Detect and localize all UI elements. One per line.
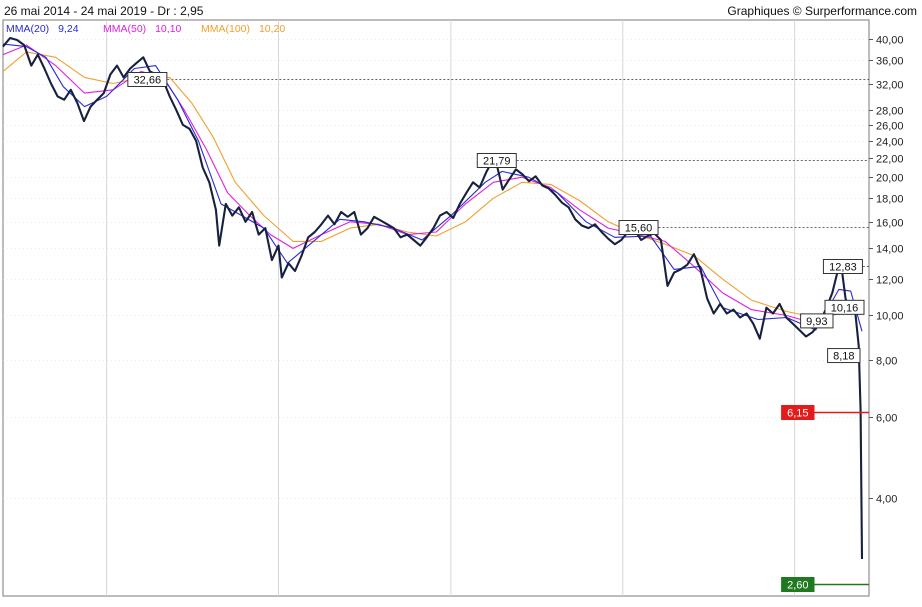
y-tick-label: 16,00 xyxy=(876,218,904,230)
legend-mma100: MMA(100) 10,20 xyxy=(201,23,285,35)
legend-mma20: MMA(20) 9,24 xyxy=(6,23,79,35)
level-label: 2,60 xyxy=(781,577,815,592)
y-tick-label: 6,00 xyxy=(876,413,897,425)
legend: MMA(20) 9,24 MMA(50) 10,10 MMA(100) 10,2… xyxy=(6,23,285,35)
y-tick-label: 40,00 xyxy=(876,35,904,47)
price-label-text: 9,93 xyxy=(806,316,827,328)
reference-label-text: 21,79 xyxy=(483,156,511,168)
legend-mma100-label: MMA(100) xyxy=(201,23,250,35)
y-tick-label: 32,00 xyxy=(876,80,904,92)
legend-mma100-value: 10,20 xyxy=(259,23,285,35)
y-tick-label: 28,00 xyxy=(876,106,904,118)
plot-frame xyxy=(2,19,870,597)
y-tick-label: 22,00 xyxy=(876,154,904,166)
reference-label-text: 12,83 xyxy=(829,262,857,274)
reference-label-text: 32,66 xyxy=(134,75,162,87)
level-label-text: 2,60 xyxy=(787,580,808,592)
reference-label: 12,83 xyxy=(822,259,863,274)
level-label-text: 6,15 xyxy=(787,408,808,420)
price-label: 9,93 xyxy=(800,313,834,329)
y-tick-label: 26,00 xyxy=(876,121,904,133)
legend-mma50-value: 10,10 xyxy=(155,23,181,35)
y-tick-label: 36,00 xyxy=(876,56,904,68)
y-tick-label: 18,00 xyxy=(876,194,904,206)
y-tick-label: 20,00 xyxy=(876,173,904,185)
y-tick-label: 4,00 xyxy=(876,494,897,506)
chart-period: 26 mai 2014 - 24 mai 2019 - Dr : 2,95 xyxy=(4,4,204,18)
level-label: 6,15 xyxy=(781,405,815,420)
reference-label: 21,79 xyxy=(476,153,517,168)
reference-label-text: 15,60 xyxy=(625,223,653,235)
y-tick-label: 24,00 xyxy=(876,137,904,149)
legend-mma20-label: MMA(20) xyxy=(6,23,49,35)
chart-svg: 6,15 2,60 40,00 36,00 32,00 28,00 26,00 24,00 2… xyxy=(0,0,922,602)
price-label: 10,16 xyxy=(824,299,865,315)
y-tick-label: 14,00 xyxy=(876,244,904,256)
price-label: 8,18 xyxy=(827,348,861,364)
reference-label: 32,66 xyxy=(127,72,168,87)
y-tick-label: 10,00 xyxy=(876,311,904,323)
price-label-text: 10,16 xyxy=(831,302,859,314)
price-label-text: 8,18 xyxy=(833,351,854,363)
stock-chart: 6,15 2,60 40,00 36,00 32,00 28,00 26,00 24,00 2… xyxy=(0,0,922,602)
legend-mma50-label: MMA(50) xyxy=(103,23,146,35)
legend-mma20-value: 9,24 xyxy=(58,23,79,35)
legend-mma50: MMA(50) 10,10 xyxy=(103,23,182,35)
chart-credit: Graphiques © Surperformance.com xyxy=(727,4,917,18)
y-tick-label: 8,00 xyxy=(876,356,897,368)
y-tick-label: 12,00 xyxy=(876,275,904,287)
reference-label: 15,60 xyxy=(618,220,659,235)
